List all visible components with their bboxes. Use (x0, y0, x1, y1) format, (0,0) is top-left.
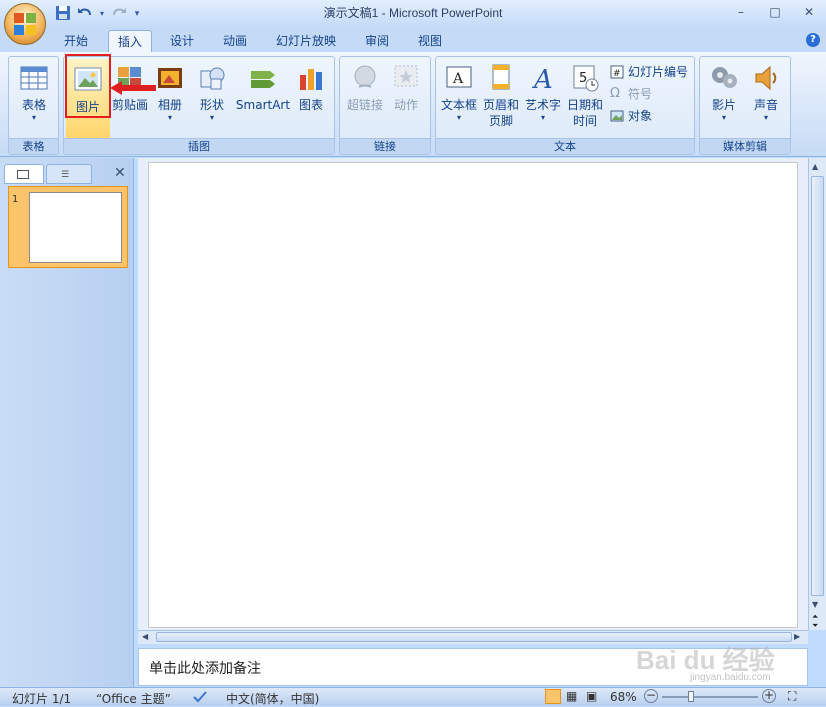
group-text: A 文本框 ▾ 页眉和 页脚 A 艺术字 ▾ 5 日期和 时间 # 幻灯片编号 … (435, 56, 695, 155)
minimize-button[interactable]: – (724, 2, 758, 22)
smartart-icon (248, 63, 278, 93)
office-button[interactable] (4, 3, 46, 45)
textbox-icon: A (444, 63, 474, 93)
shapes-button[interactable]: 形状 ▾ (192, 63, 232, 123)
textbox-button[interactable]: A 文本框 ▾ (438, 63, 480, 123)
slide-thumb-icon (17, 170, 29, 179)
speaker-icon (751, 63, 781, 93)
scroll-left-icon[interactable]: ◀ (142, 632, 148, 641)
slide-thumbnail-number: 1 (12, 194, 19, 205)
action-button[interactable]: 动作 (388, 63, 424, 113)
sound-button[interactable]: 声音 ▾ (746, 63, 786, 123)
group-label-table: 表格 (9, 138, 58, 154)
tab-slideshow[interactable]: 幻灯片放映 (268, 30, 344, 52)
tab-view[interactable]: 视图 (410, 30, 450, 52)
zoom-slider-track[interactable] (662, 696, 758, 698)
zoom-out-icon[interactable]: − (644, 689, 658, 703)
wordart-icon: A (528, 63, 558, 95)
shapes-icon (197, 63, 227, 93)
movie-button[interactable]: 影片 ▾ (704, 63, 744, 123)
slide-number-icon: # (610, 65, 624, 79)
close-button[interactable]: ✕ (792, 2, 826, 22)
pane-tabs: ☰ ✕ (4, 162, 134, 184)
ribbon-tab-bar: 开始 插入 设计 动画 幻灯片放映 审阅 视图 (0, 28, 826, 52)
undo-icon[interactable] (76, 5, 94, 23)
scroll-down-icon[interactable]: ▼ (812, 600, 818, 609)
baidu-watermark-url: jingyan.baidu.com (690, 672, 771, 683)
group-links: 超链接 动作 链接 (339, 56, 431, 155)
group-media: 影片 ▾ 声音 ▾ 媒体剪辑 (699, 56, 791, 155)
redo-icon[interactable] (110, 5, 128, 23)
table-icon (19, 63, 49, 93)
close-pane-icon[interactable]: ✕ (114, 165, 126, 181)
photo-album-icon (155, 63, 185, 93)
header-footer-button[interactable]: 页眉和 页脚 (480, 63, 522, 129)
wordart-button[interactable]: A 艺术字 ▾ (522, 63, 564, 123)
smartart-button[interactable]: SmartArt (234, 63, 292, 113)
scroll-up-icon[interactable]: ▲ (812, 162, 818, 171)
header-footer-icon (486, 63, 516, 93)
slide-thumbnail[interactable] (29, 192, 122, 263)
slide-number-button[interactable]: # 幻灯片编号 (610, 63, 688, 80)
tab-design[interactable]: 设计 (162, 30, 202, 52)
window-controls: – □ ✕ (724, 2, 826, 22)
datetime-button[interactable]: 5 日期和 时间 (564, 63, 606, 129)
zoom-level[interactable]: 68% (610, 690, 637, 704)
tab-outline[interactable]: ☰ (46, 164, 92, 184)
notes-placeholder: 单击此处添加备注 (149, 661, 261, 677)
maximize-button[interactable]: □ (758, 2, 792, 22)
object-button[interactable]: 对象 (610, 107, 652, 124)
group-label-text: 文本 (436, 138, 694, 154)
tab-home[interactable]: 开始 (56, 30, 96, 52)
spellcheck-icon[interactable] (192, 689, 208, 707)
slide-sorter-view-icon[interactable]: ▦ (566, 689, 577, 703)
omega-icon: Ω (610, 85, 620, 101)
customize-qat-icon[interactable]: ▾ (132, 5, 142, 23)
object-icon (610, 109, 624, 123)
red-arrow-icon (108, 80, 158, 99)
group-label-illustrations: 插图 (64, 138, 334, 154)
vertical-scrollbar[interactable]: ▲ ▼ ⏶ ⏷ (808, 158, 826, 630)
tab-review[interactable]: 审阅 (357, 30, 397, 52)
slide-canvas[interactable] (148, 162, 798, 628)
zoom-in-icon[interactable]: + (762, 689, 776, 703)
highlight-box (65, 54, 111, 118)
help-icon[interactable]: ? (806, 33, 820, 47)
vertical-scroll-thumb[interactable] (811, 176, 824, 596)
ribbon: 表格 ▾ 表格 图片 剪贴画 相册 ▾ 形状 ▾ SmartArt 图表 插图 … (0, 52, 826, 157)
chart-button[interactable]: 图表 (292, 63, 330, 113)
symbol-button[interactable]: Ω 符号 (610, 85, 652, 102)
scroll-right-icon[interactable]: ▶ (794, 632, 800, 641)
table-button[interactable]: 表格 ▾ (13, 63, 55, 123)
group-label-links: 链接 (340, 138, 430, 154)
status-bar: 幻灯片 1/1 “Office 主题” 中文(简体，中国) ▦ ▣ 68% − … (0, 687, 826, 706)
status-slide-count: 幻灯片 1/1 (12, 692, 72, 706)
status-language[interactable]: 中文(简体，中国) (226, 690, 319, 707)
film-reel-icon (709, 63, 739, 93)
undo-dropdown-icon[interactable]: ▾ (98, 5, 106, 23)
tab-animations[interactable]: 动画 (215, 30, 255, 52)
tab-slides[interactable] (4, 164, 44, 184)
svg-text:A: A (532, 65, 553, 93)
save-icon[interactable] (54, 5, 72, 23)
action-star-icon (391, 63, 421, 93)
outline-icon: ☰ (61, 170, 70, 180)
chart-icon (296, 63, 326, 93)
next-slide-icon[interactable]: ⏷ (812, 621, 818, 631)
svg-text:#: # (613, 69, 621, 79)
zoom-slider-thumb[interactable] (688, 691, 694, 702)
fit-to-window-icon[interactable]: ⛶ (788, 689, 796, 704)
slideshow-view-icon[interactable]: ▣ (586, 689, 597, 703)
svg-text:A: A (452, 71, 464, 87)
hyperlink-button[interactable]: 超链接 (344, 63, 386, 113)
calendar-icon: 5 (570, 63, 600, 93)
normal-view-icon[interactable] (545, 689, 561, 704)
group-label-media: 媒体剪辑 (700, 138, 790, 154)
globe-link-icon (350, 63, 380, 93)
office-logo-icon (14, 13, 36, 35)
group-table: 表格 ▾ 表格 (8, 56, 59, 155)
status-theme[interactable]: “Office 主题” (96, 690, 171, 707)
quick-access-toolbar: ▾ ▾ (54, 4, 142, 24)
tab-insert[interactable]: 插入 (108, 30, 152, 52)
